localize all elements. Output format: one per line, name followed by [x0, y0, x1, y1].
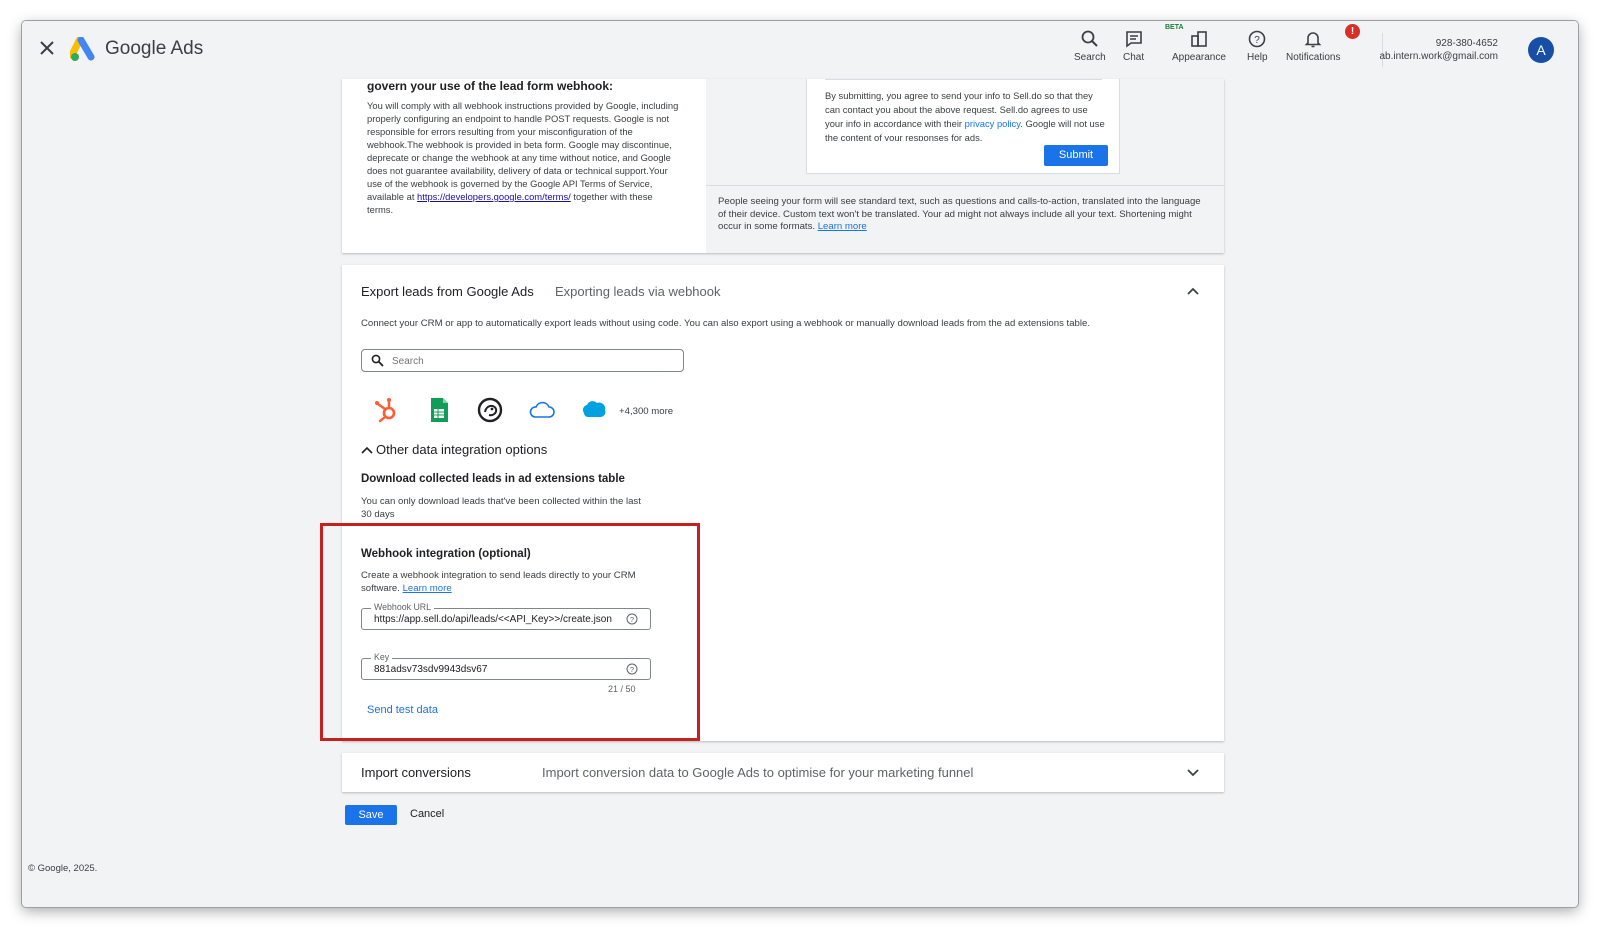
download-description: You can only download leads that've been… [361, 496, 641, 520]
cloud-icon[interactable] [528, 396, 556, 424]
appearance-icon [1191, 31, 1207, 47]
chat-icon [1125, 31, 1142, 48]
search-nav-button[interactable]: Search [1074, 29, 1106, 73]
svg-text:?: ? [630, 665, 634, 674]
export-title: Export leads from Google Ads [361, 284, 534, 299]
form-preview: By submitting, you agree to send your in… [806, 79, 1120, 174]
key-char-counter: 21 / 50 [608, 684, 636, 694]
integration-search[interactable] [361, 349, 684, 372]
help-icon[interactable]: ? [626, 613, 638, 625]
api-terms-link[interactable]: https://developers.google.com/terms/ [417, 191, 571, 202]
salesforce-icon[interactable] [580, 396, 608, 424]
copyright-footer: © Google, 2025. [28, 863, 98, 874]
more-integrations[interactable]: +4,300 more [619, 406, 673, 417]
chat-nav-button[interactable]: Chat [1123, 29, 1144, 73]
import-title: Import conversions [361, 765, 471, 780]
webhook-url-input[interactable] [374, 613, 624, 626]
key-field[interactable]: Key ? [361, 652, 651, 680]
import-conversions-card[interactable]: Import conversions Import conversion dat… [342, 753, 1224, 792]
search-icon [371, 354, 384, 367]
search-input[interactable] [392, 353, 672, 369]
chevron-down-icon[interactable] [1185, 766, 1201, 780]
webhook-description: Create a webhook integration to send lea… [361, 570, 636, 594]
save-button[interactable]: Save [345, 805, 397, 825]
cancel-button[interactable]: Cancel [410, 808, 444, 820]
bell-icon [1304, 32, 1322, 48]
lead-form-preview-card: govern your use of the lead form webhook… [342, 79, 1224, 253]
app-window: Google Ads Search Chat BETA Appearance ?… [22, 21, 1578, 907]
chevron-up-icon[interactable] [1185, 284, 1201, 298]
account-phone: 928-380-4652 [1435, 38, 1498, 49]
brand-name: Google Ads [105, 38, 204, 59]
form-preview-pane: By submitting, you agree to send your in… [706, 79, 1224, 253]
preview-divider [706, 185, 1224, 186]
search-icon [1081, 30, 1098, 47]
chevron-up-icon [361, 446, 373, 454]
hubspot-icon[interactable] [373, 396, 401, 424]
export-subtitle: Exporting leads via webhook [555, 284, 721, 299]
webhook-url-label: Webhook URL [371, 602, 435, 613]
export-description: Connect your CRM or app to automatically… [361, 318, 1091, 329]
google-sheets-icon[interactable] [425, 396, 453, 424]
google-ads-logo-icon [70, 37, 95, 61]
consent-text: By submitting, you agree to send your in… [825, 90, 1105, 141]
help-nav-button[interactable]: ? Help [1247, 29, 1268, 73]
avatar[interactable]: A [1528, 37, 1554, 63]
top-bar: Google Ads Search Chat BETA Appearance ?… [22, 21, 1578, 79]
account-email: ab.intern.work@gmail.com [1379, 51, 1498, 62]
svg-text:?: ? [630, 615, 634, 624]
help-icon[interactable]: ? [626, 663, 638, 675]
close-icon[interactable] [38, 39, 56, 57]
svg-text:?: ? [1255, 35, 1261, 46]
send-test-data-button[interactable]: Send test data [367, 704, 438, 716]
other-options-toggle[interactable]: Other data integration options [361, 442, 547, 457]
notification-badge: ! [1345, 24, 1360, 39]
notifications-nav-button[interactable]: Notifications [1286, 29, 1340, 73]
webhook-title: Webhook integration (optional) [361, 548, 531, 560]
learn-more-link[interactable]: Learn more [818, 221, 867, 232]
webhook-url-field[interactable]: Webhook URL ? [361, 602, 651, 630]
translation-note: People seeing your form will see standar… [718, 196, 1201, 232]
import-subtitle: Import conversion data to Google Ads to … [542, 765, 974, 780]
field-underline [825, 79, 1102, 80]
webhook-learn-more-link[interactable]: Learn more [403, 583, 452, 594]
mailchimp-icon[interactable] [476, 396, 504, 424]
help-icon: ? [1248, 30, 1266, 48]
submit-button[interactable]: Submit [1044, 145, 1108, 166]
terms-heading: govern your use of the lead form webhook… [367, 79, 614, 93]
download-title[interactable]: Download collected leads in ad extension… [361, 473, 625, 485]
privacy-policy-link[interactable]: privacy policy [965, 118, 1021, 129]
key-label: Key [371, 652, 393, 663]
terms-text: You will comply with all webhook instruc… [367, 100, 679, 215]
key-input[interactable] [374, 663, 624, 676]
appearance-nav-button[interactable]: Appearance [1172, 29, 1226, 73]
